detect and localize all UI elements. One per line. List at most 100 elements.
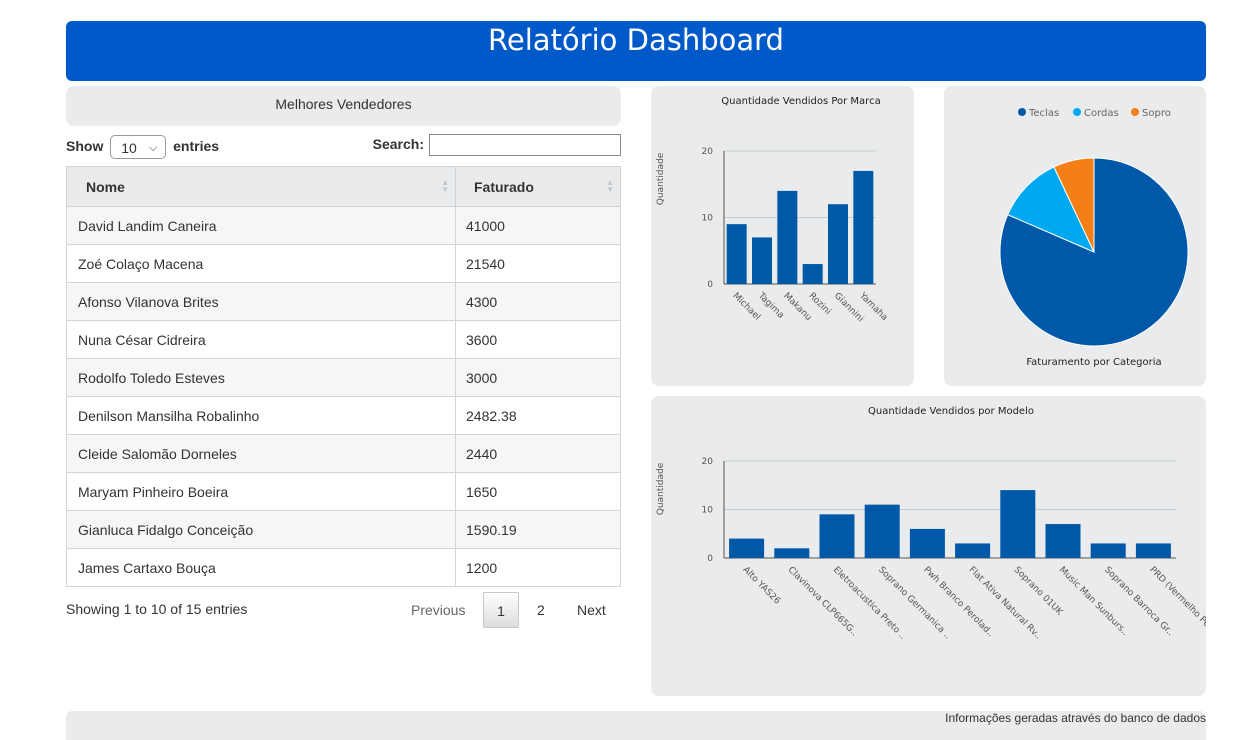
chart-title: Quantidade Vendidos Por Marca <box>721 96 880 107</box>
table-row: Denilson Mansilha Robalinho 2482.38 <box>66 396 621 435</box>
footer: Informações geradas através do banco de … <box>66 711 1206 740</box>
cell-nome: Nuna César Cidreira <box>66 320 456 359</box>
cell-faturado: 3000 <box>455 358 621 397</box>
previous-button[interactable]: Previous <box>411 592 465 628</box>
bar <box>1090 543 1126 558</box>
entries-select[interactable]: 10 ⌵ <box>110 135 167 160</box>
cell-nome: David Landim Caneira <box>66 206 456 245</box>
entries-value: 10 <box>121 140 137 157</box>
dashboard-header: Relatório Dashboard <box>66 21 1206 81</box>
table-row: Maryam Pinheiro Boeira 1650 <box>66 472 621 511</box>
y-tick-label: 0 <box>707 280 713 290</box>
next-button[interactable]: Next <box>577 592 606 628</box>
page-1-button[interactable]: 1 <box>483 592 519 628</box>
bar <box>802 264 823 284</box>
bar <box>955 543 991 558</box>
length-control: Show 10 ⌵ entries <box>66 131 219 161</box>
cell-faturado: 21540 <box>455 244 621 283</box>
bar <box>864 504 900 558</box>
table-row: Afonso Vilanova Brites 4300 <box>66 282 621 321</box>
table-row: James Cartaxo Bouça 1200 <box>66 548 621 587</box>
bar <box>853 170 874 284</box>
cell-faturado: 4300 <box>455 282 621 321</box>
category-chart-card: Teclas Cordas Sopro Faturamento por Categor… <box>944 86 1206 386</box>
model-bar-chart: Quantidade Vendidos por Modelo Quantidade… <box>656 406 1206 642</box>
cell-nome: Maryam Pinheiro Boeira <box>66 472 456 511</box>
table-controls: Show 10 ⌵ entries Search: <box>66 131 621 161</box>
cell-faturado: 1650 <box>455 472 621 511</box>
table-row: Rodolfo Toledo Esteves 3000 <box>66 358 621 397</box>
search-input[interactable] <box>429 134 621 157</box>
show-label: Show <box>66 138 104 154</box>
footer-text: Informações geradas através do banco de … <box>945 711 1206 725</box>
cell-faturado: 1200 <box>455 548 621 587</box>
legend-marker <box>1131 108 1139 116</box>
cell-faturado: 2482.38 <box>455 396 621 435</box>
entries-label: entries <box>173 138 220 154</box>
sort-icon: ▲ ▼ <box>441 178 449 194</box>
bar <box>777 190 798 284</box>
bar <box>752 237 772 284</box>
x-tick-label: Alto YAS26 <box>740 565 782 607</box>
bar <box>909 528 945 558</box>
cell-nome: Denilson Mansilha Robalinho <box>66 396 456 435</box>
table-row: David Landim Caneira 41000 <box>66 206 621 245</box>
sellers-panel-title: Melhores Vendedores <box>66 86 621 126</box>
bar <box>819 514 855 558</box>
y-tick-label: 20 <box>702 457 714 467</box>
bar <box>774 548 810 558</box>
cell-nome: Gianluca Fidalgo Conceição <box>66 510 456 549</box>
search-control: Search: <box>373 131 621 157</box>
x-tick-label: PRD (Vermelho Pero.. <box>1147 565 1206 640</box>
search-label: Search: <box>372 136 424 152</box>
legend-marker <box>1018 108 1026 116</box>
table-row: Zoé Colaço Macena 21540 <box>66 244 621 283</box>
page-2-button[interactable]: 2 <box>537 592 545 628</box>
sort-icon: ▲ ▼ <box>606 178 614 194</box>
cell-faturado: 3600 <box>455 320 621 359</box>
category-pie-chart: Teclas Cordas Sopro Faturamento por Categor… <box>999 108 1189 368</box>
table-row: Cleide Salomão Dorneles 2440 <box>66 434 621 473</box>
table-header-row: Nome ▲ ▼ Faturado ▲ ▼ <box>66 166 621 207</box>
bar <box>1000 490 1036 558</box>
chevron-down-icon: ⌵ <box>148 142 158 155</box>
legend-marker <box>1073 108 1081 116</box>
cell-nome: Cleide Salomão Dorneles <box>66 434 456 473</box>
table-row: Gianluca Fidalgo Conceição 1590.19 <box>66 510 621 549</box>
chart-title: Quantidade Vendidos por Modelo <box>868 406 1034 417</box>
y-tick-label: 0 <box>707 554 713 564</box>
cell-faturado: 1590.19 <box>455 510 621 549</box>
column-header-label: Nome <box>86 178 125 195</box>
y-tick-label: 10 <box>702 506 714 516</box>
y-axis-label: Quantidade <box>656 462 666 515</box>
column-header-faturado[interactable]: Faturado ▲ ▼ <box>455 166 621 207</box>
bar <box>828 204 848 284</box>
cell-nome: Rodolfo Toledo Esteves <box>66 358 456 397</box>
brand-chart-card: Quantidade Vendidos Por Marca Quantidade 0… <box>651 86 914 386</box>
sellers-table: Nome ▲ ▼ Faturado ▲ ▼ David Landim Caneira 41… <box>66 166 621 587</box>
bar <box>1135 543 1171 558</box>
y-axis-label: Quantidade <box>656 152 666 205</box>
y-tick-label: 20 <box>702 147 714 157</box>
column-header-nome[interactable]: Nome ▲ ▼ <box>66 166 456 207</box>
cell-nome: Zoé Colaço Macena <box>66 244 456 283</box>
cell-nome: Afonso Vilanova Brites <box>66 282 456 321</box>
legend-label: Teclas <box>1028 108 1059 119</box>
table-row: Nuna César Cidreira 3600 <box>66 320 621 359</box>
cell-nome: James Cartaxo Bouça <box>66 548 456 587</box>
cell-faturado: 2440 <box>455 434 621 473</box>
pagination: Previous 1 2 Next <box>400 592 621 628</box>
chart-title: Faturamento por Categoria <box>1026 357 1161 368</box>
bar <box>729 538 765 558</box>
bar <box>726 224 747 284</box>
column-header-label: Faturado <box>474 178 534 195</box>
legend-label: Cordas <box>1084 108 1119 119</box>
table-info: Showing 1 to 10 of 15 entries <box>66 601 248 617</box>
y-tick-label: 10 <box>702 214 714 224</box>
model-chart-card: Quantidade Vendidos por Modelo Quantidade… <box>651 396 1206 696</box>
bar <box>1045 524 1081 558</box>
page-title: Relatório Dashboard <box>488 23 784 57</box>
cell-faturado: 41000 <box>455 206 621 245</box>
legend-label: Sopro <box>1142 108 1171 119</box>
brand-bar-chart: Quantidade Vendidos Por Marca Quantidade 0… <box>656 96 889 324</box>
